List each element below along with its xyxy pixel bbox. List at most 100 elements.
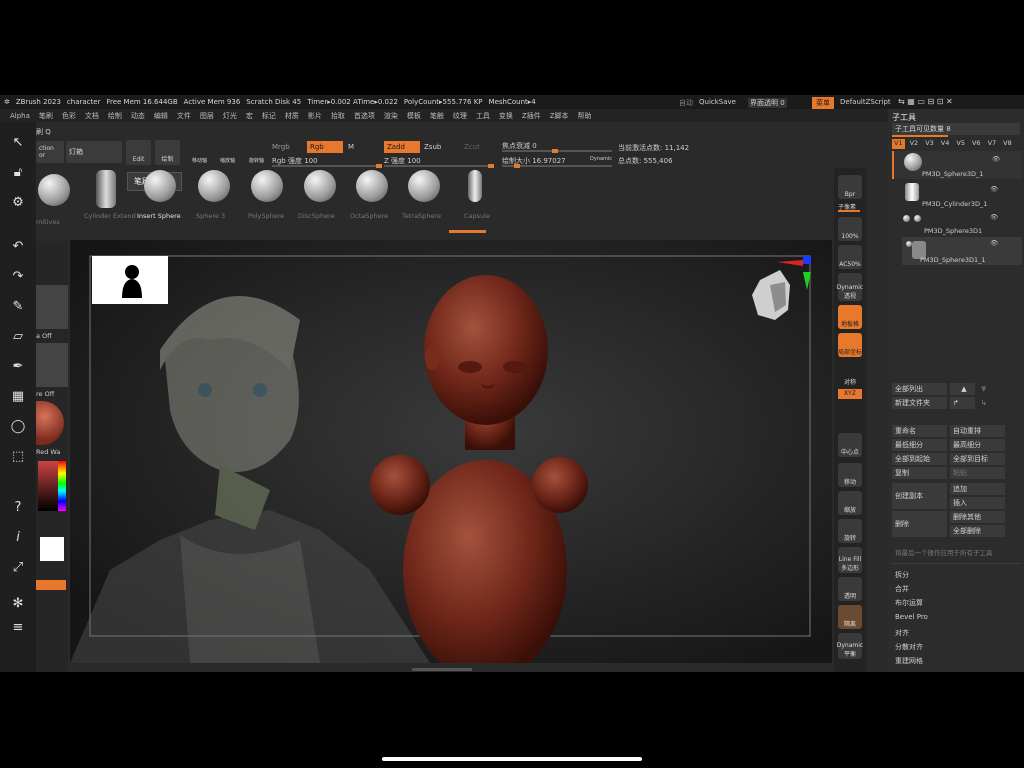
pointer-icon[interactable]: ↖	[9, 134, 27, 152]
menu-item[interactable]: 编辑	[154, 111, 168, 121]
menu-item[interactable]: 图层	[200, 111, 214, 121]
menu-item[interactable]: 首选项	[354, 111, 375, 121]
menu-item[interactable]: 绘制	[108, 111, 122, 121]
canvas-viewport[interactable]	[70, 240, 832, 663]
frame-button[interactable]: 中心点	[838, 433, 862, 457]
menu-item[interactable]: 工具	[476, 111, 490, 121]
menu-item[interactable]: 灯光	[223, 111, 237, 121]
menu-item[interactable]: 宏	[246, 111, 253, 121]
redo-icon[interactable]: ↷	[9, 268, 27, 286]
menu-item[interactable]: 材质	[285, 111, 299, 121]
menu-item[interactable]: 变换	[499, 111, 513, 121]
rename-button[interactable]: 重命名	[892, 425, 947, 437]
eye-icon[interactable]: 👁︎	[990, 239, 998, 247]
arrow-down-button[interactable]: ▼	[978, 383, 1003, 395]
rotate-button[interactable]: 旋转轴	[244, 142, 266, 164]
remesh-menu[interactable]: 重建网格	[892, 655, 1022, 668]
discsphere-thumb[interactable]	[304, 170, 336, 202]
return-icon[interactable]: ↳	[978, 397, 1003, 409]
canvas-scroll-handle[interactable]	[412, 668, 472, 671]
sculpt-model[interactable]	[370, 275, 588, 663]
edit-button[interactable]: Edit	[126, 140, 151, 165]
merge-menu[interactable]: 合并	[892, 583, 1022, 596]
version-tab[interactable]: V6	[970, 139, 983, 149]
zoom-ac50-button[interactable]: AC50%	[838, 245, 862, 269]
capsule-thumb[interactable]	[468, 170, 482, 202]
all-to-start-button[interactable]: 全部到起始	[892, 453, 947, 465]
bevel-pro-menu[interactable]: Bevel Pro	[892, 611, 1022, 624]
linefill-button[interactable]: Line Fill 多边形	[838, 547, 862, 573]
selection-icon[interactable]: ⬚	[9, 448, 27, 466]
menu-lines-icon[interactable]: ≡	[9, 619, 27, 637]
insert-button[interactable]: 插入	[950, 497, 1005, 509]
menu-item[interactable]: 动态	[131, 111, 145, 121]
shelf-scrollbar[interactable]	[449, 230, 486, 233]
dynamic-balance-button[interactable]: Dynamic 平衡	[837, 633, 863, 659]
primitives-thumb[interactable]	[38, 174, 70, 206]
menu-item[interactable]: 拾取	[331, 111, 345, 121]
polysphere-thumb[interactable]	[251, 170, 283, 202]
subtool-item-0[interactable]: PM3D_Sphere3D_1 👁︎	[892, 151, 1022, 179]
color-picker-field[interactable]	[38, 461, 58, 511]
dynamic-perspective-button[interactable]: Dynamic 透视	[837, 273, 863, 301]
zadd-button[interactable]: Zadd	[384, 141, 420, 153]
draw-button[interactable]: 绘制	[155, 140, 180, 165]
version-tab[interactable]: V5	[954, 139, 967, 149]
auto-reorder-button[interactable]: 自动重排	[950, 425, 1005, 437]
alpha-thumb[interactable]	[36, 285, 68, 329]
m-button[interactable]: M	[348, 143, 354, 151]
zcut-button[interactable]: Zcut	[464, 143, 480, 151]
brush-icon[interactable]: ✎	[9, 298, 27, 316]
distribute-menu[interactable]: 分散对齐	[892, 641, 1022, 654]
pen-icon[interactable]: ✒	[9, 358, 27, 376]
subtool-item-3[interactable]: PM3D_Sphere3D1_1 👁︎	[902, 237, 1022, 265]
expand-icon[interactable]: ⤢	[9, 559, 27, 577]
sphere3-thumb[interactable]	[198, 170, 230, 202]
list-all-button[interactable]: 全部列出	[892, 383, 947, 395]
redirect-icon[interactable]: ↱	[950, 397, 975, 409]
undo-icon[interactable]: ↶	[9, 238, 27, 256]
swap-color-button[interactable]	[36, 580, 66, 590]
menu-item[interactable]: 色彩	[62, 111, 76, 121]
lowest-sub-button[interactable]: 最低细分	[892, 439, 947, 451]
menu-item[interactable]: 文件	[177, 111, 191, 121]
tetrasphere-thumb[interactable]	[408, 170, 440, 202]
main-color-swatch[interactable]	[40, 537, 64, 561]
menu-button[interactable]: 菜单	[812, 97, 834, 109]
script-button[interactable]: DefaultZScript	[840, 98, 891, 106]
split-menu[interactable]: 拆分	[892, 569, 1022, 582]
cylinder-extend-thumb[interactable]	[96, 170, 116, 208]
quicksave-button[interactable]: QuickSave	[699, 98, 736, 106]
visible-count-slider[interactable]: 子工具可见数量 8	[892, 123, 1020, 135]
menu-item[interactable]: 模板	[407, 111, 421, 121]
eye-icon[interactable]: 👁︎	[990, 213, 998, 221]
version-tab[interactable]: V1	[892, 139, 905, 149]
symmetry-button[interactable]: 对称	[838, 363, 862, 387]
zsub-button[interactable]: Zsub	[424, 143, 441, 151]
thumbnail-silhouette[interactable]	[92, 256, 168, 304]
menu-item[interactable]: 帮助	[578, 111, 592, 121]
scale-button[interactable]: 缩放轴	[215, 142, 237, 164]
octasphere-thumb[interactable]	[356, 170, 388, 202]
highest-sub-button[interactable]: 最高细分	[950, 439, 1005, 451]
menu-item[interactable]: Z插件	[522, 111, 541, 121]
move-button[interactable]: 移动轴	[187, 142, 209, 164]
grid-icon[interactable]: ▦	[9, 388, 27, 406]
scale-view-button[interactable]: 缩放	[838, 491, 862, 515]
all-to-target-button[interactable]: 全部到目标	[950, 453, 1005, 465]
unlock-icon[interactable]: 🔓︎	[9, 164, 27, 182]
version-tab[interactable]: V7	[986, 139, 999, 149]
menu-item[interactable]: 渲染	[384, 111, 398, 121]
menu-item[interactable]: 影片	[308, 111, 322, 121]
lasso-icon[interactable]: ◯	[9, 418, 27, 436]
floor-button[interactable]: 地板格	[838, 305, 862, 329]
local-coord-button[interactable]: 局部坐标	[838, 333, 862, 357]
xyz-button[interactable]: XYZ	[838, 389, 862, 399]
align-menu[interactable]: 对齐	[892, 627, 1022, 640]
menu-item[interactable]: Alpha	[10, 112, 30, 120]
eye-icon[interactable]: 👁︎	[990, 185, 998, 193]
version-tab[interactable]: V2	[908, 139, 921, 149]
delete-button[interactable]: 删除	[892, 511, 947, 537]
rgb-button[interactable]: Rgb	[307, 141, 343, 153]
home-indicator[interactable]	[382, 757, 642, 761]
